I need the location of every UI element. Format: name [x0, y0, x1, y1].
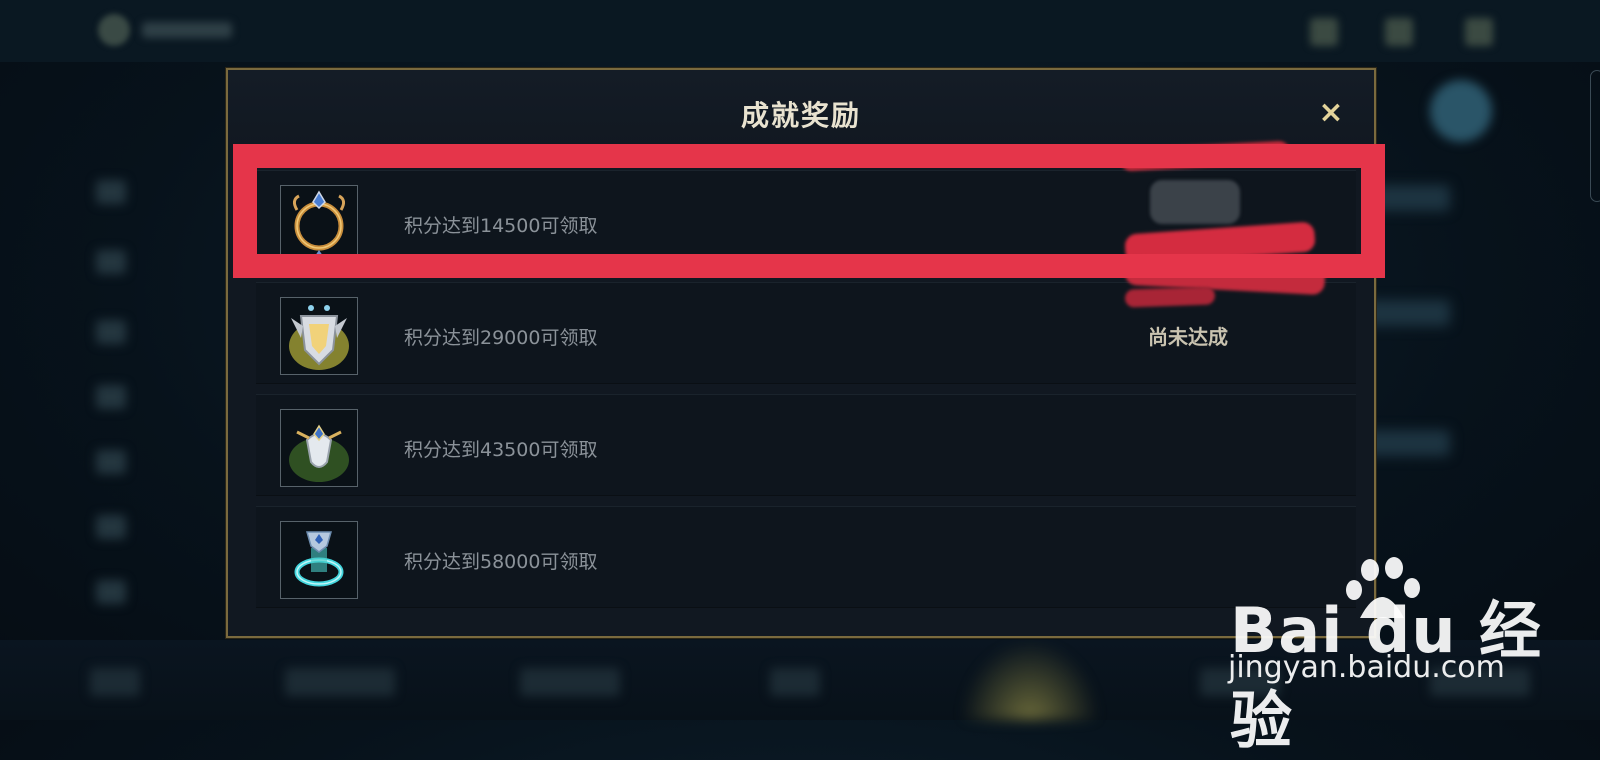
reward-condition: 积分达到29000可领取 [404, 327, 598, 349]
background-side-item [96, 385, 126, 409]
background-logo [98, 14, 130, 46]
portal-emblem-icon [280, 521, 358, 599]
background-edge-frame [1590, 70, 1600, 202]
crystal-emblem-icon [280, 409, 358, 487]
reward-row[interactable]: 积分达到58000可领取 [256, 506, 1356, 608]
background-side-item [96, 450, 126, 474]
background-glow [960, 640, 1100, 720]
background-avatar [1430, 80, 1492, 142]
reward-status: 尚未达成 [1148, 325, 1228, 349]
background-side-item [96, 320, 126, 344]
background-bottom-button [90, 668, 140, 696]
highlight-annotation-box [233, 144, 1385, 278]
dialog-title: 成就奖励 [740, 99, 861, 132]
background-top-bar [0, 0, 1600, 62]
redaction-scribble [1124, 286, 1216, 308]
background-top-icon [1465, 18, 1493, 46]
reward-row[interactable]: 积分达到43500可领取 [256, 394, 1356, 496]
shield-emblem-icon [280, 297, 358, 375]
background-side-item [96, 515, 126, 539]
baidu-watermark-url: jingyan.baidu.com [1228, 650, 1505, 685]
close-button[interactable]: × [1314, 96, 1348, 130]
background-side-item [96, 250, 126, 274]
background-side-item [96, 580, 126, 604]
background-bottom-button [285, 668, 395, 696]
background-bottom-button [770, 668, 820, 696]
reward-condition: 积分达到43500可领取 [404, 439, 598, 461]
background-title [142, 22, 232, 38]
background-side-item [96, 180, 126, 204]
reward-condition: 积分达到58000可领取 [404, 551, 598, 573]
background-top-icon [1310, 18, 1338, 46]
background-bottom-button [520, 668, 620, 696]
background-top-icon [1385, 18, 1413, 46]
